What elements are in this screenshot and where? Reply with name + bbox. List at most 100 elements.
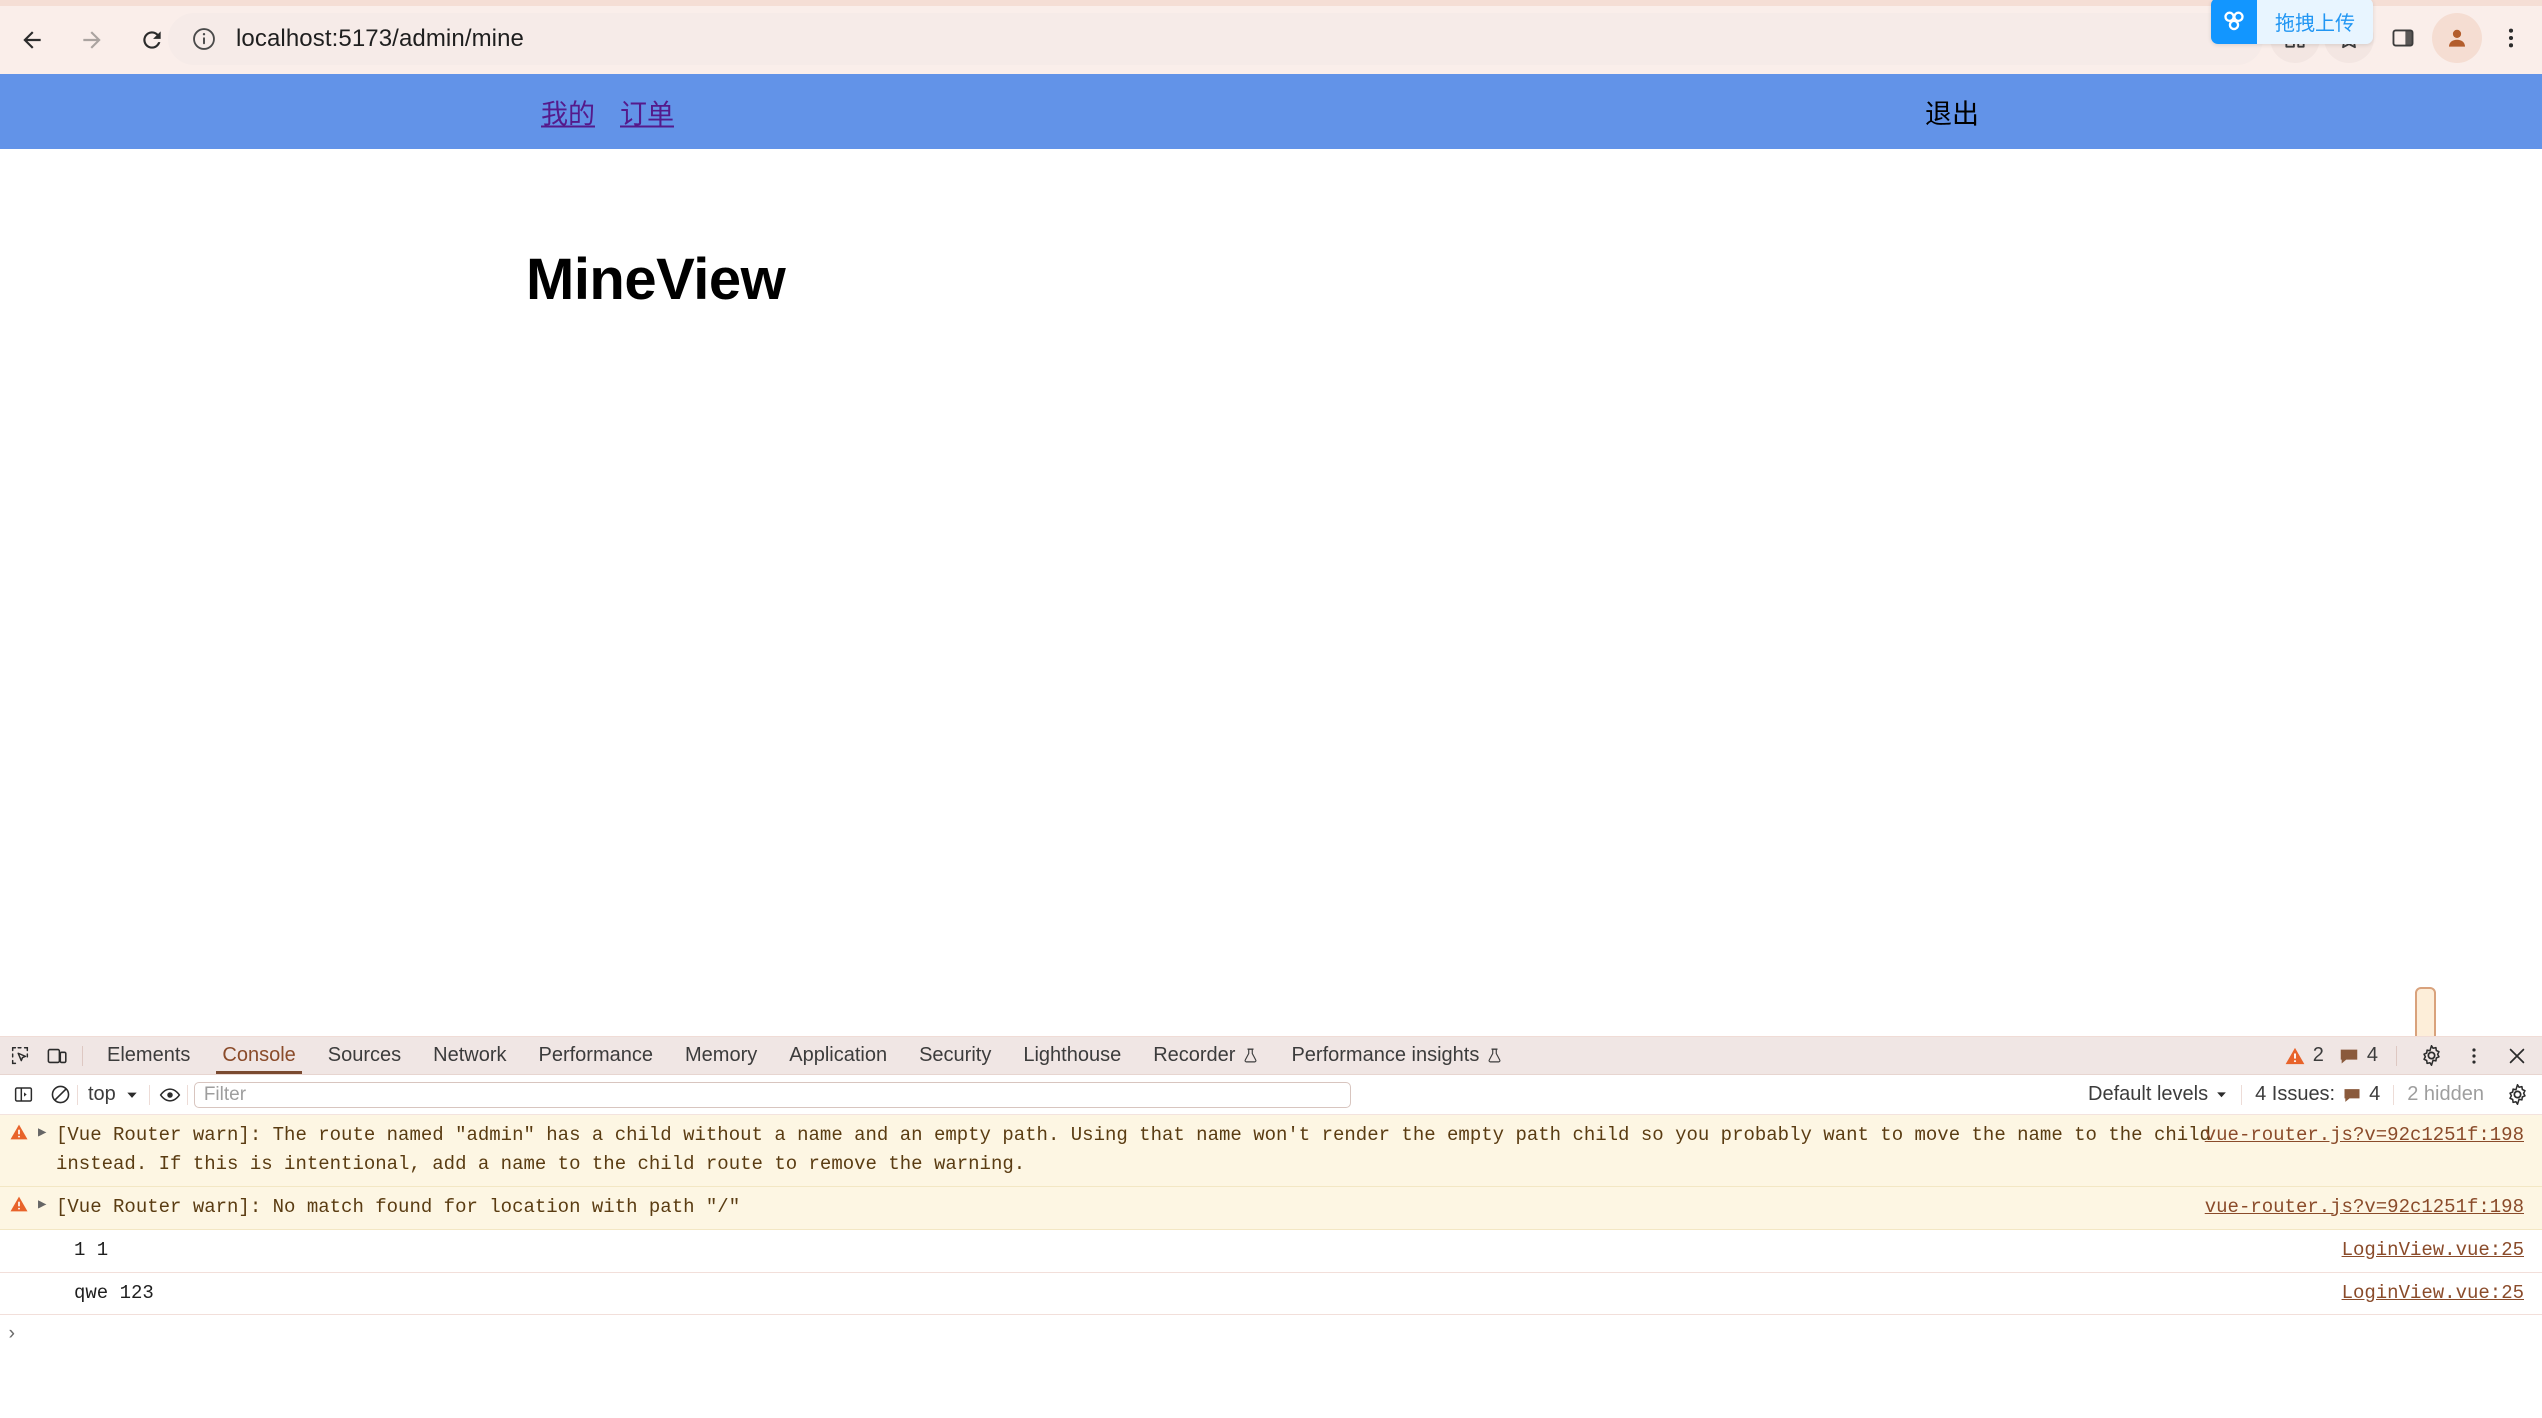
row-level-icon bbox=[0, 1273, 38, 1280]
browser-chrome: localhost:5173/admin/mine 拖拽上传 bbox=[0, 0, 2542, 74]
console-filter-input[interactable] bbox=[193, 1081, 1351, 1108]
console-message-text: qwe 123 bbox=[74, 1281, 154, 1304]
console-source-link[interactable]: LoginView.vue:25 bbox=[2342, 1279, 2524, 1308]
console-row[interactable]: ▶ [Vue Router warn]: No match found for … bbox=[0, 1186, 2542, 1230]
expand-arrow-icon[interactable]: ▶ bbox=[38, 1115, 56, 1144]
flask-icon bbox=[1488, 1048, 1501, 1063]
tab-application[interactable]: Application bbox=[773, 1037, 903, 1074]
issues-count: 4 bbox=[2369, 1083, 2381, 1105]
forward-arrow-icon bbox=[83, 31, 101, 49]
inspect-element-icon[interactable] bbox=[3, 1039, 37, 1073]
kebab-menu-icon bbox=[2472, 1047, 2476, 1064]
row-spacer bbox=[38, 1230, 56, 1238]
message-count: 4 bbox=[2366, 1044, 2378, 1066]
devtools-panel: Elements Console Sources Network Perform… bbox=[0, 1036, 2542, 1418]
tab-sources[interactable]: Sources bbox=[312, 1037, 417, 1074]
tab-recorder[interactable]: Recorder bbox=[1137, 1037, 1275, 1074]
console-message-text: 1 1 bbox=[74, 1238, 109, 1261]
side-panel-icon[interactable] bbox=[2378, 13, 2428, 63]
devtools-settings-button[interactable] bbox=[2414, 1039, 2448, 1073]
console-sidebar-toggle-icon[interactable] bbox=[6, 1078, 40, 1112]
console-settings-button[interactable] bbox=[2500, 1078, 2534, 1112]
filterbar-divider-2 bbox=[148, 1084, 150, 1105]
url-text: localhost:5173/admin/mine bbox=[236, 25, 525, 52]
console-input-prompt[interactable]: › bbox=[0, 1315, 2542, 1353]
nav-link-mine[interactable]: 我的 bbox=[541, 92, 595, 131]
devtools-more-button[interactable] bbox=[2457, 1039, 2491, 1073]
console-source-link[interactable]: vue-router.js?v=92c1251f:198 bbox=[2205, 1193, 2524, 1222]
scroll-position-indicator[interactable] bbox=[2415, 987, 2436, 1036]
tab-console[interactable]: Console bbox=[206, 1037, 311, 1074]
tab-performance-insights[interactable]: Performance insights bbox=[1275, 1037, 1519, 1074]
tab-label: Performance bbox=[538, 1044, 654, 1066]
tab-memory[interactable]: Memory bbox=[669, 1037, 773, 1074]
chevron-down-icon bbox=[2217, 1092, 2226, 1098]
tab-label: Elements bbox=[107, 1044, 191, 1066]
tab-security[interactable]: Security bbox=[903, 1037, 1007, 1074]
warning-count: 2 bbox=[2312, 1044, 2324, 1066]
tab-elements[interactable]: Elements bbox=[91, 1037, 206, 1074]
console-filter-bar-right: Default levels 4 Issues: 4 2 hidden bbox=[2075, 1075, 2534, 1114]
tab-lighthouse[interactable]: Lighthouse bbox=[1007, 1037, 1137, 1074]
reload-icon bbox=[143, 31, 161, 49]
row-level-icon bbox=[0, 1115, 38, 1142]
console-message-text: [Vue Router warn]: The route named "admi… bbox=[56, 1124, 2223, 1175]
tabbar-right-divider bbox=[2396, 1045, 2397, 1066]
chevron-down-icon bbox=[127, 1092, 137, 1098]
log-levels-dropdown[interactable]: Default levels bbox=[2075, 1083, 2241, 1106]
device-toolbar-icon[interactable] bbox=[40, 1039, 74, 1073]
issues-button[interactable]: 4 Issues: 4 bbox=[2242, 1083, 2393, 1106]
message-count-badge[interactable]: 4 bbox=[2334, 1044, 2382, 1067]
console-row[interactable]: qwe 123 LoginView.vue:25 bbox=[0, 1272, 2542, 1316]
message-icon bbox=[2340, 1049, 2358, 1064]
live-expression-eye-icon[interactable] bbox=[153, 1078, 187, 1112]
address-bar[interactable]: localhost:5173/admin/mine bbox=[168, 13, 2263, 65]
devtools-tabs: Elements Console Sources Network Perform… bbox=[91, 1037, 1519, 1074]
devtools-tabbar-right: 2 4 bbox=[2280, 1037, 2534, 1074]
console-source-link[interactable]: vue-router.js?v=92c1251f:198 bbox=[2205, 1121, 2524, 1150]
tab-label: Lighthouse bbox=[1023, 1044, 1122, 1066]
devtools-close-button[interactable] bbox=[2500, 1039, 2534, 1073]
expand-arrow-icon[interactable]: ▶ bbox=[38, 1187, 56, 1216]
page-viewport: 我的 订单 退出 MineView bbox=[0, 74, 2542, 1036]
console-filter-bar: top Default levels 4 Issues: bbox=[0, 1075, 2542, 1115]
logout-button[interactable]: 退出 bbox=[1925, 92, 1979, 131]
console-row[interactable]: ▶ [Vue Router warn]: The route named "ad… bbox=[0, 1115, 2542, 1187]
hidden-messages-label[interactable]: 2 hidden bbox=[2394, 1083, 2497, 1106]
kebab-menu-icon bbox=[2508, 28, 2514, 48]
forward-button[interactable] bbox=[64, 12, 120, 68]
prompt-symbol: › bbox=[6, 1323, 18, 1346]
levels-label: Default levels bbox=[2088, 1083, 2209, 1105]
netdisk-popup-label: 拖拽上传 bbox=[2257, 0, 2373, 44]
tab-label: Security bbox=[919, 1044, 992, 1066]
chrome-menu-button[interactable] bbox=[2486, 13, 2536, 63]
console-source-link[interactable]: LoginView.vue:25 bbox=[2342, 1236, 2524, 1265]
page-title: MineView bbox=[526, 247, 786, 312]
gear-icon bbox=[2508, 1083, 2526, 1106]
close-icon bbox=[2509, 1048, 2525, 1063]
console-row[interactable]: 1 1 LoginView.vue:25 bbox=[0, 1229, 2542, 1273]
netdisk-drag-upload-popup[interactable]: 拖拽上传 bbox=[2211, 0, 2373, 44]
tab-label: Recorder bbox=[1153, 1044, 1236, 1066]
filterbar-divider-3 bbox=[186, 1084, 188, 1105]
console-message-text: [Vue Router warn]: No match found for lo… bbox=[56, 1195, 741, 1218]
context-label: top bbox=[88, 1083, 116, 1105]
tab-performance[interactable]: Performance bbox=[523, 1037, 670, 1074]
warning-triangle-icon bbox=[10, 1124, 28, 1140]
gear-icon bbox=[2422, 1044, 2440, 1067]
baidu-netdisk-icon bbox=[2211, 0, 2257, 44]
back-button[interactable] bbox=[4, 12, 60, 68]
profile-avatar[interactable] bbox=[2432, 13, 2482, 63]
warning-count-badge[interactable]: 2 bbox=[2280, 1044, 2328, 1067]
person-icon bbox=[2448, 29, 2466, 47]
tab-label: Memory bbox=[685, 1044, 758, 1066]
clear-console-icon[interactable] bbox=[43, 1078, 77, 1112]
row-spacer bbox=[38, 1273, 56, 1281]
site-navbar: 我的 订单 退出 bbox=[0, 74, 2542, 149]
row-level-icon bbox=[0, 1230, 38, 1237]
tab-network[interactable]: Network bbox=[417, 1037, 522, 1074]
site-info-icon[interactable] bbox=[190, 25, 218, 53]
nav-link-orders[interactable]: 订单 bbox=[620, 92, 674, 131]
row-level-icon bbox=[0, 1187, 38, 1214]
execution-context-selector[interactable]: top bbox=[78, 1083, 149, 1106]
